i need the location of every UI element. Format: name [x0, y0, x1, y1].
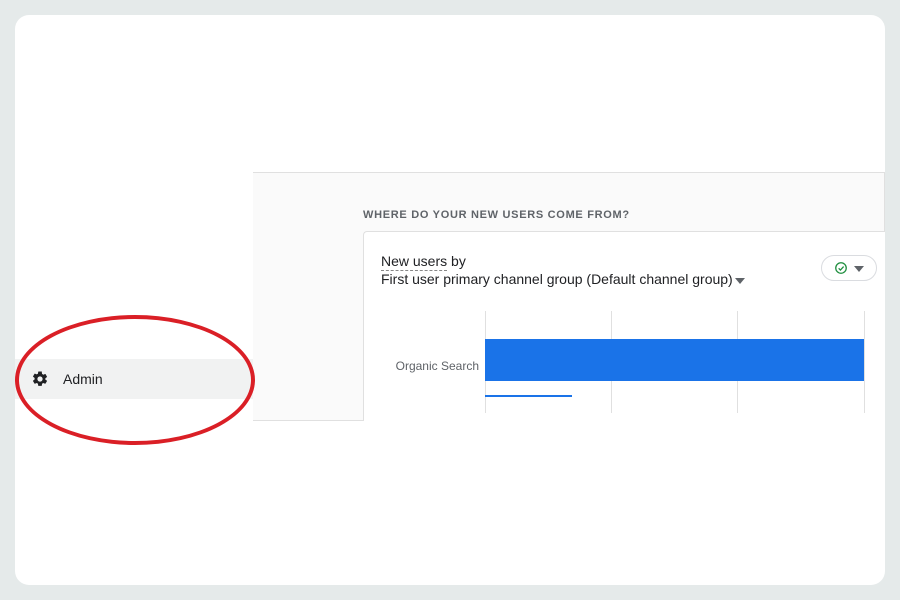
chart-gridline: [864, 311, 865, 413]
card-dimension-label: First user primary channel group (Defaul…: [381, 271, 733, 287]
chart-row-label: Organic Search: [381, 359, 479, 373]
card-dimension-selector[interactable]: First user primary channel group (Defaul…: [381, 271, 745, 287]
gear-icon: [31, 370, 49, 388]
chart-bar[interactable]: [485, 339, 864, 381]
status-dropdown[interactable]: [821, 255, 877, 281]
card-heading: WHERE DO YOUR NEW USERS COME FROM?: [363, 209, 630, 221]
sidebar: Admin: [15, 15, 245, 585]
check-circle-icon: [834, 261, 848, 275]
card-title-line1: New users by: [381, 253, 885, 269]
card-by-text: by: [447, 253, 466, 269]
admin-nav-label: Admin: [63, 371, 103, 387]
caret-down-icon: [854, 259, 864, 277]
content-top-strip: [253, 163, 885, 173]
card-metric[interactable]: New users: [381, 253, 447, 271]
new-users-bar-chart: Organic Search: [381, 311, 875, 413]
chart-sub-bar: [485, 395, 572, 397]
card-title-block: New users by First user primary channel …: [381, 253, 885, 289]
admin-nav-item[interactable]: Admin: [15, 359, 253, 399]
app-window: Admin WHERE DO YOUR NEW USERS COME FROM?…: [15, 15, 885, 585]
caret-down-icon: [735, 271, 745, 287]
